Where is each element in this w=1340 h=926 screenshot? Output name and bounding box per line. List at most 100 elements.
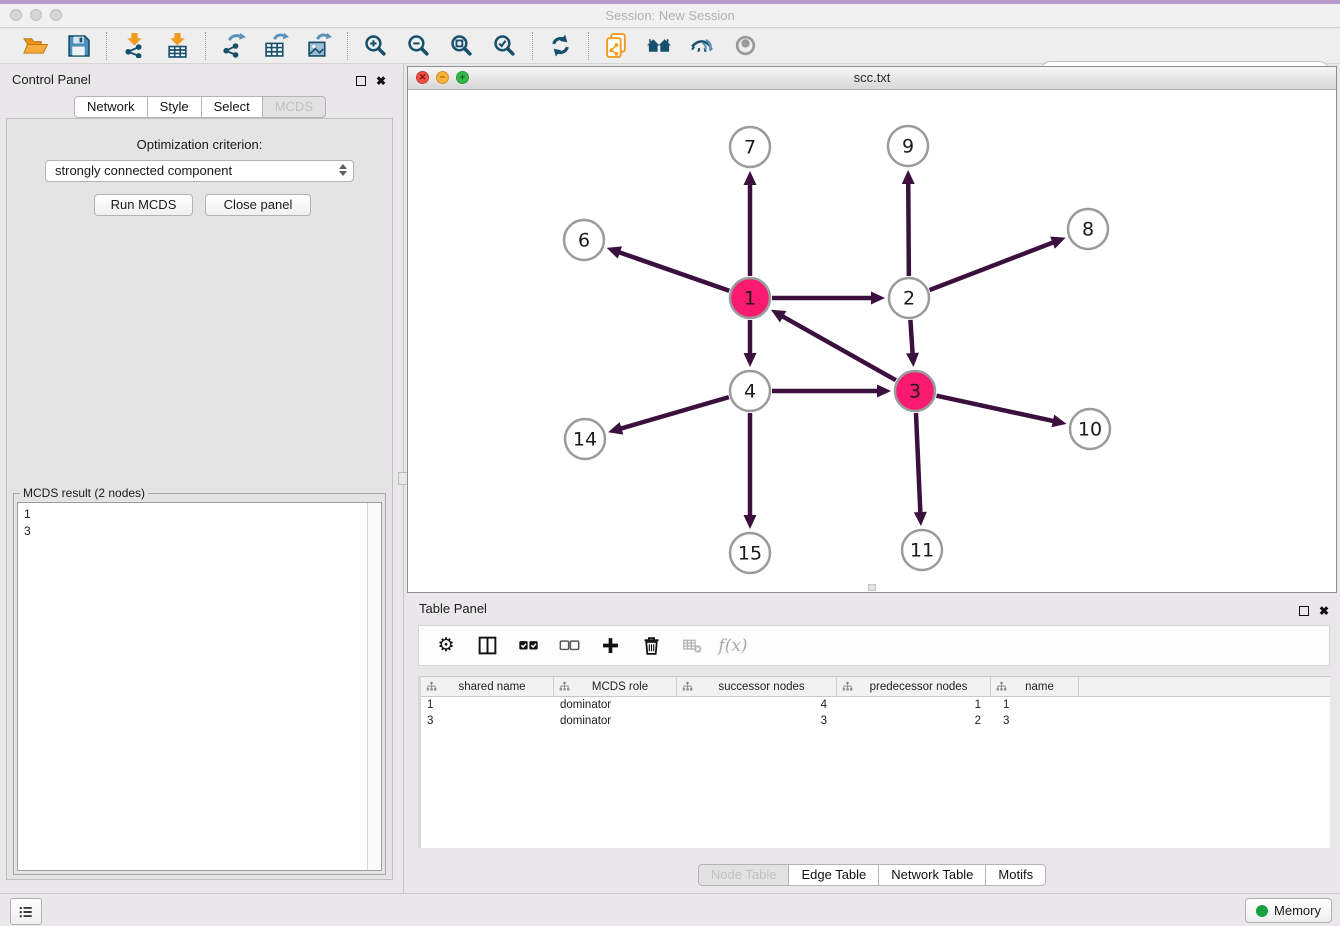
- column-header[interactable]: shared name: [421, 677, 554, 696]
- network-canvas[interactable]: 1234678910111415: [408, 89, 1336, 592]
- copy-network-icon[interactable]: [603, 32, 630, 59]
- run-mcds-button[interactable]: Run MCDS: [94, 194, 193, 216]
- arrowhead-icon: [1051, 415, 1066, 428]
- table-tabs: Node TableEdge TableNetwork TableMotifs: [407, 864, 1337, 886]
- column-header[interactable]: name: [991, 677, 1079, 696]
- edge-3-10[interactable]: [936, 396, 1054, 422]
- column-header[interactable]: successor nodes: [677, 677, 837, 696]
- close-table-panel-icon[interactable]: ✖: [1319, 605, 1329, 617]
- edge-3-11[interactable]: [916, 413, 920, 514]
- home-icon[interactable]: [646, 32, 673, 59]
- arrowhead-icon: [914, 512, 927, 526]
- zoom-fit-icon[interactable]: [448, 32, 475, 59]
- table-cell[interactable]: 1: [421, 697, 554, 713]
- arrowhead-icon: [877, 385, 891, 398]
- float-table-panel-icon[interactable]: [1299, 606, 1309, 616]
- split-columns-icon[interactable]: [476, 635, 498, 657]
- table-row[interactable]: 3dominator323: [421, 713, 1330, 729]
- table-cell[interactable]: 3: [677, 713, 837, 729]
- arrowhead-icon: [744, 353, 757, 367]
- tab-motifs[interactable]: Motifs: [985, 864, 1046, 886]
- arrowhead-icon: [902, 170, 915, 184]
- network-view-window: ✕ − + scc.txt 1234678910111415: [407, 66, 1337, 593]
- column-header[interactable]: MCDS role: [554, 677, 677, 696]
- table-settings-icon[interactable]: ⚙: [435, 635, 457, 657]
- tab-network[interactable]: Network: [74, 96, 148, 118]
- export-network-icon[interactable]: [220, 32, 247, 59]
- import-network-icon[interactable]: [121, 32, 148, 59]
- toolbar-group: [588, 32, 773, 60]
- export-table-icon[interactable]: [263, 32, 290, 59]
- criterion-dropdown[interactable]: strongly connected component: [45, 160, 354, 182]
- add-row-icon[interactable]: [599, 635, 621, 657]
- table-cell[interactable]: 1: [991, 697, 1079, 713]
- memory-button[interactable]: Memory: [1245, 898, 1332, 923]
- table-cell[interactable]: dominator: [554, 697, 677, 713]
- open-session-icon[interactable]: [22, 32, 49, 59]
- network-graph[interactable]: 1234678910111415: [408, 89, 1336, 592]
- network-window-titlebar[interactable]: ✕ − + scc.txt: [408, 67, 1336, 90]
- function-builder-icon: f(x): [722, 635, 744, 657]
- mcds-result-area: 1 3: [17, 502, 382, 871]
- column-header[interactable]: predecessor nodes: [837, 677, 991, 696]
- select-all-checks-icon[interactable]: [517, 635, 539, 657]
- node-table: shared nameMCDS rolesuccessor nodesprede…: [418, 676, 1330, 848]
- toolbar-group: [8, 32, 106, 60]
- zoom-selected-icon[interactable]: [491, 32, 518, 59]
- arrowhead-icon: [608, 422, 623, 434]
- show-hide-icon[interactable]: [732, 32, 759, 59]
- toolbar-group: [347, 32, 532, 60]
- edge-3-1[interactable]: [781, 316, 895, 381]
- import-table-icon[interactable]: [164, 32, 191, 59]
- criterion-value: strongly connected component: [55, 163, 232, 178]
- status-bar: Memory: [0, 893, 1340, 926]
- resize-grip[interactable]: [868, 584, 876, 591]
- edge-1-6[interactable]: [618, 252, 729, 291]
- node-label-11: 11: [910, 540, 934, 562]
- edge-2-3[interactable]: [910, 320, 912, 355]
- tab-edge-table[interactable]: Edge Table: [788, 864, 879, 886]
- node-label-10: 10: [1078, 419, 1102, 441]
- export-image-icon[interactable]: [306, 32, 333, 59]
- tab-select[interactable]: Select: [201, 96, 263, 118]
- control-panel-title: Control Panel: [12, 72, 91, 87]
- table-row[interactable]: 1dominator411: [421, 697, 1330, 713]
- table-cell[interactable]: 4: [677, 697, 837, 713]
- table-cell[interactable]: dominator: [554, 713, 677, 729]
- clear-all-checks-icon[interactable]: [558, 635, 580, 657]
- toolbar-group: [205, 32, 347, 60]
- tab-node-table[interactable]: Node Table: [698, 864, 790, 886]
- float-panel-icon[interactable]: [356, 76, 366, 86]
- close-panel-icon[interactable]: ✖: [376, 75, 386, 87]
- mcds-result-text: 1 3: [24, 506, 363, 867]
- table-cell[interactable]: 3: [991, 713, 1079, 729]
- save-session-icon[interactable]: [65, 32, 92, 59]
- zoom-in-icon[interactable]: [362, 32, 389, 59]
- edge-2-9[interactable]: [908, 182, 909, 276]
- zoom-out-icon[interactable]: [405, 32, 432, 59]
- main-toolbar-groups: [0, 28, 773, 63]
- tab-network-table[interactable]: Network Table: [878, 864, 986, 886]
- tab-mcds[interactable]: MCDS: [262, 96, 326, 118]
- close-panel-button[interactable]: Close panel: [205, 194, 311, 216]
- refresh-layout-icon[interactable]: [547, 32, 574, 59]
- node-label-15: 15: [738, 543, 762, 565]
- table-cell[interactable]: 2: [837, 713, 991, 729]
- table-cell[interactable]: 3: [421, 713, 554, 729]
- node-label-4: 4: [744, 381, 756, 403]
- toolbar-group: [532, 32, 588, 60]
- style-preview-icon[interactable]: [689, 32, 716, 59]
- table-cell[interactable]: 1: [837, 697, 991, 713]
- table-toolbar: ⚙ f(x): [418, 625, 1330, 666]
- control-tabs: NetworkStyleSelectMCDS: [0, 96, 400, 118]
- task-history-button[interactable]: [10, 898, 42, 925]
- arrowhead-icon: [744, 515, 757, 529]
- edge-2-8[interactable]: [930, 242, 1055, 290]
- app-titlebar: Session: New Session: [0, 4, 1340, 28]
- node-label-1: 1: [744, 288, 756, 310]
- node-label-7: 7: [744, 137, 756, 159]
- tab-style[interactable]: Style: [147, 96, 202, 118]
- delete-row-icon[interactable]: [640, 635, 662, 657]
- edge-4-14[interactable]: [620, 397, 729, 429]
- result-scrollbar[interactable]: [367, 503, 381, 870]
